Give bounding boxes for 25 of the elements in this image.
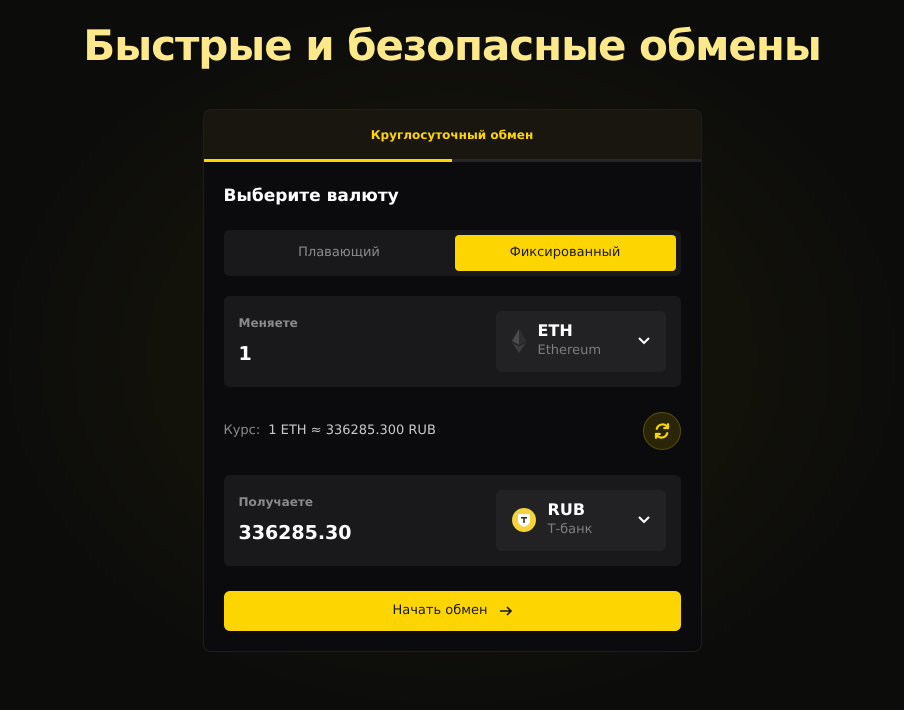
currency-code: ETH [538, 321, 573, 341]
field-label: Получаете [238, 494, 314, 511]
rate-mode-tab[interactable]: Фиксированный [454, 234, 676, 270]
rate-value: 1 ETH ≈ 336285.300 RUB [268, 422, 436, 440]
tab[interactable]: Круглосуточный обмен [204, 110, 700, 159]
diamond-icon [512, 329, 526, 353]
rate-mode-tab[interactable]: Плавающий [228, 234, 450, 270]
shield-logo-icon [512, 508, 536, 532]
chevron-down-icon [638, 516, 650, 524]
start-exchange-button[interactable]: Начать обмен [224, 590, 680, 630]
currency-name: Ethereum [538, 342, 602, 360]
rate-label: Курс: [224, 422, 260, 440]
currency-name: Т-банк [548, 521, 592, 539]
section-heading: Выберите валюту [224, 185, 400, 208]
currency-code: RUB [548, 500, 586, 520]
page-headline: Быстрые и безопасные обмены [83, 20, 821, 72]
chevron-down-icon [638, 337, 650, 345]
refresh-icon [652, 422, 670, 440]
amount-field[interactable]: 336285.30 [238, 518, 352, 548]
field-label: Меняете [238, 314, 298, 332]
amount-field[interactable]: 1 [238, 340, 298, 368]
currency-dropdown[interactable]: RUB Т-банк [496, 490, 666, 550]
arrow-right-icon [500, 606, 512, 616]
currency-dropdown[interactable]: ETH Ethereum [496, 310, 666, 372]
swap-button[interactable] [642, 412, 680, 450]
